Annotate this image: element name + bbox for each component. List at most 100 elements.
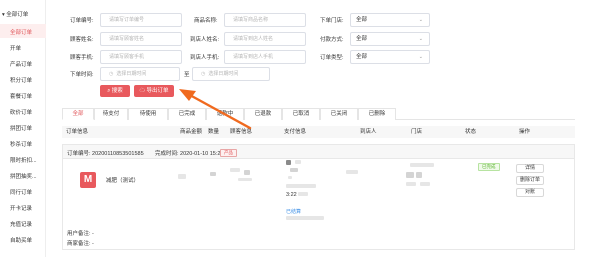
order-type-tag: 产品: [220, 149, 237, 157]
customer-name-input[interactable]: 请填写顾客姓名: [100, 32, 182, 46]
header-store: 门店: [411, 129, 423, 135]
order-no-label: 订单编号:: [70, 18, 94, 24]
arrival-name-label: 到店人姓名:: [190, 37, 220, 43]
sidebar-item-all-orders[interactable]: 全部订单: [10, 28, 32, 36]
redacted-payment: [286, 216, 324, 220]
order-status-tabs: 全部 待支付 待使用 已完成 退款中 已退款 已取消 已关闭 已删除: [62, 108, 575, 120]
arrival-phone-label: 到店人手机:: [190, 55, 220, 61]
order-no-input[interactable]: 请填写订单编号: [100, 13, 182, 27]
sidebar-item-card-records[interactable]: 开卡记录: [10, 204, 32, 212]
delete-order-button[interactable]: 删除订单: [516, 176, 544, 185]
tab-refunding[interactable]: 退款中: [206, 108, 244, 120]
sidebar-item-points-orders[interactable]: 积分订单: [10, 76, 32, 84]
redacted-store: [410, 163, 434, 167]
sidebar-item-peer-orders[interactable]: 同行订单: [10, 188, 32, 196]
annotation-arrow-head: [179, 89, 196, 101]
table-header: 订单信息 商品金额 数量 顾客信息 支付信息 到店人 门店 状态 操作: [62, 126, 575, 138]
header-payment-info: 支付信息: [284, 129, 307, 135]
sidebar-item-open-order[interactable]: 开单: [10, 44, 21, 52]
sidebar-item-bargain-orders[interactable]: 砍价订单: [10, 108, 32, 116]
store-select[interactable]: 全部 ⌄: [350, 13, 430, 27]
tab-refunded[interactable]: 已退款: [244, 108, 282, 120]
export-orders-button[interactable]: ☁ 导出订单: [134, 85, 174, 97]
sidebar: ▾ 全部订单 全部订单 开单 产品订单 积分订单 套餐订单 砍价订单 拼团订单 …: [0, 0, 46, 257]
header-actions: 操作: [519, 129, 531, 135]
end-time-input[interactable]: ◷ 选择日期时间: [192, 67, 270, 81]
redacted-arrival: [346, 170, 358, 174]
redacted-customer: [230, 168, 240, 172]
redacted-payment: [288, 176, 292, 179]
order-time-label: 下单时间:: [70, 72, 94, 78]
product-name-input[interactable]: 请填写商品名称: [224, 13, 306, 27]
redacted-payment: [298, 192, 308, 196]
tab-cancelled[interactable]: 已取消: [282, 108, 320, 120]
arrival-phone-input[interactable]: 请填写到店人手机: [224, 50, 306, 64]
pay-method-select[interactable]: 全部 ⌄: [350, 32, 430, 46]
search-button[interactable]: ⌕ 搜索: [100, 85, 130, 97]
redacted-quantity: [210, 172, 216, 176]
order-type-select-value: 全部: [356, 54, 368, 60]
store-select-value: 全部: [356, 17, 368, 23]
start-time-placeholder: 选择日期时间: [116, 71, 147, 77]
sidebar-group-all-orders[interactable]: ▾ 全部订单: [2, 10, 28, 18]
sidebar-item-flash-sale-orders[interactable]: 秒杀订单: [10, 140, 32, 148]
tab-pending-payment[interactable]: 待支付: [94, 108, 128, 120]
customer-name-label: 顾客姓名:: [70, 37, 94, 43]
order-type-label: 订单类型:: [320, 55, 344, 61]
settled-link[interactable]: 已结算: [286, 208, 301, 215]
redacted-payment: [286, 160, 291, 165]
tab-pending-use[interactable]: 待使用: [128, 108, 168, 120]
sidebar-item-package-orders[interactable]: 套餐订单: [10, 92, 32, 100]
complete-time: 完成时间: 2020-01-10 15:22: [155, 151, 224, 157]
header-order-info: 订单信息: [66, 129, 89, 135]
header-customer-info: 顾客信息: [230, 129, 253, 135]
tab-completed[interactable]: 已完成: [168, 108, 206, 120]
customer-phone-label: 顾客手机:: [70, 55, 94, 61]
redacted-amount: [178, 174, 186, 179]
store-label: 下单门店:: [320, 18, 344, 24]
redacted-payment: [295, 160, 301, 164]
redacted-payment: [286, 184, 316, 188]
sidebar-item-limited-discount[interactable]: 限时折扣...: [10, 156, 37, 164]
redacted-store: [406, 172, 414, 178]
sidebar-item-group-orders[interactable]: 拼团订单: [10, 124, 32, 132]
tab-deleted[interactable]: 已删除: [358, 108, 396, 120]
order-number: 订单编号: 20200110853501585: [67, 151, 144, 157]
product-name: 减肥（测试）: [106, 178, 140, 184]
order-header-bar: 订单编号: 20200110853501585 完成时间: 2020-01-10…: [63, 145, 574, 159]
product-logo-glyph: M: [83, 174, 93, 185]
sidebar-item-group-lottery[interactable]: 拼团抽奖...: [10, 172, 37, 180]
chevron-down-icon: ⌄: [418, 54, 423, 60]
redacted-store: [420, 182, 430, 186]
sidebar-item-recharge-records[interactable]: 充值记录: [10, 220, 32, 228]
pay-method-label: 付款方式:: [320, 37, 344, 43]
redacted-store: [406, 182, 416, 186]
redacted-customer: [238, 178, 252, 181]
tab-all[interactable]: 全部: [62, 108, 94, 120]
redacted-customer: [244, 170, 250, 175]
details-button[interactable]: 详情: [516, 164, 544, 173]
order-row: 订单编号: 20200110853501585 完成时间: 2020-01-10…: [62, 144, 575, 250]
sidebar-item-product-orders[interactable]: 产品订单: [10, 60, 32, 68]
order-type-select[interactable]: 全部 ⌄: [350, 50, 430, 64]
product-name-label: 商品名称:: [194, 18, 218, 24]
clock-icon: ◷: [109, 71, 114, 77]
product-thumbnail: M: [80, 172, 96, 188]
sidebar-item-self-checkout[interactable]: 自助买单: [10, 236, 32, 244]
chevron-down-icon: ⌄: [418, 17, 423, 23]
pay-time: 3:22: [286, 192, 297, 198]
arrival-name-input[interactable]: 请填写到店人姓名: [224, 32, 306, 46]
redacted-payment: [290, 168, 298, 172]
customer-phone-input[interactable]: 请填写顾客手机: [100, 50, 182, 64]
header-quantity: 数量: [208, 129, 220, 135]
clock-icon: ◷: [201, 71, 206, 77]
tab-closed[interactable]: 已关闭: [320, 108, 358, 120]
redacted-store: [416, 172, 422, 178]
reconcile-button[interactable]: 对账: [516, 188, 544, 197]
start-time-input[interactable]: ◷ 选择日期时间: [100, 67, 180, 81]
date-range-separator: 至: [184, 72, 190, 78]
header-arrival-person: 到店人: [360, 129, 377, 135]
chevron-down-icon: ⌄: [418, 36, 423, 42]
end-time-placeholder: 选择日期时间: [208, 71, 239, 77]
user-note: 用户备注: -: [67, 231, 94, 237]
